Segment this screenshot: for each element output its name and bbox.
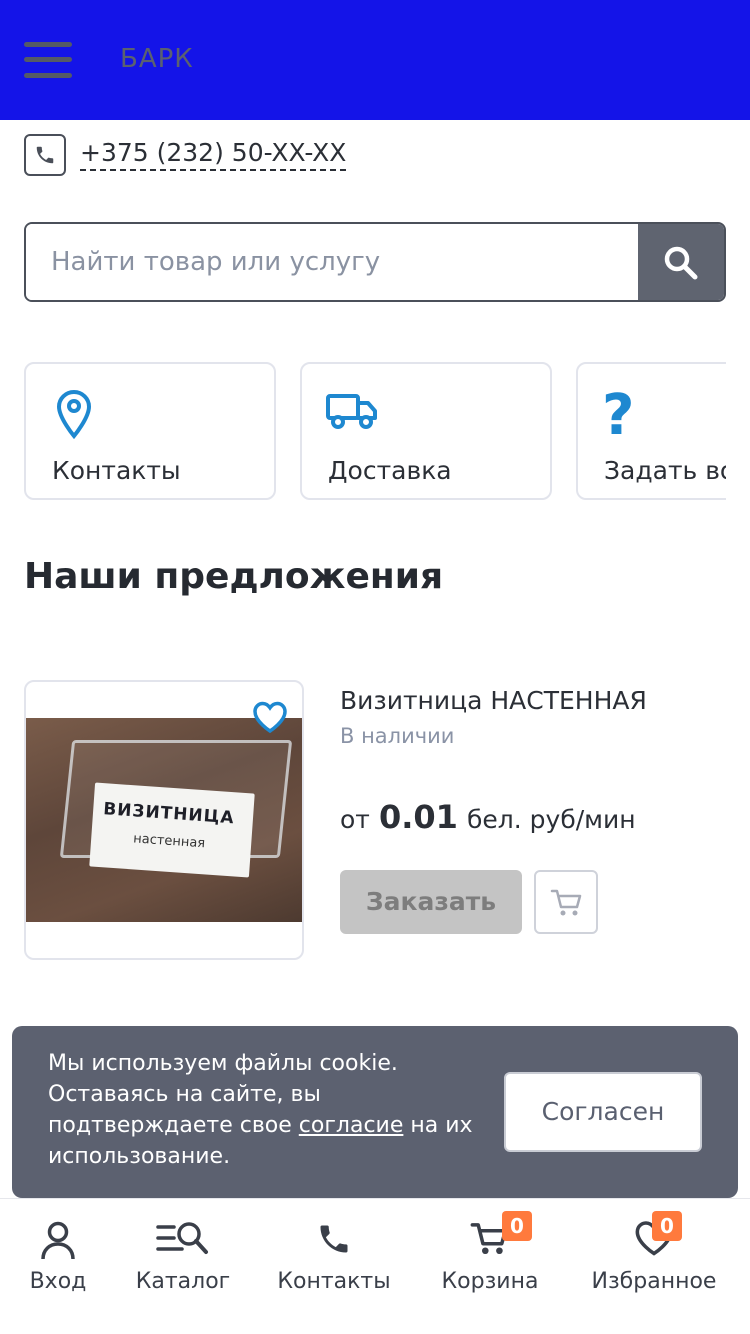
order-button[interactable]: Заказать [340,870,522,934]
cookie-text: Мы используем файлы cookie. Оставаясь на… [48,1048,488,1172]
consent-link[interactable]: согласие [299,1113,404,1138]
price-prefix: от [340,805,370,834]
image-text-sub: настенная [132,831,206,852]
bottom-nav: Вход Каталог Контакты 0 Корзина 0 Избран… [0,1198,750,1334]
cart-count-badge: 0 [502,1211,532,1241]
nav-label: Корзина [441,1269,539,1294]
nav-login[interactable]: Вход [8,1199,108,1334]
stock-status: В наличии [340,724,455,748]
hamburger-menu-icon[interactable] [24,42,72,78]
cookie-accept-button[interactable]: Согласен [504,1072,702,1152]
search-button[interactable] [638,224,724,300]
add-to-cart-button[interactable] [534,870,598,934]
business-card: ВИЗИТНИЦА настенная [89,782,255,878]
search-icon [664,246,698,280]
top-header: БАРК [0,0,750,120]
phone-number-link[interactable]: +375 (232) 50-XX-XX [80,138,347,171]
site-brand[interactable]: БАРК [120,44,194,74]
phone-icon [24,134,66,176]
product-image[interactable]: ВИЗИТНИЦА настенная [24,680,304,960]
image-text-main: ВИЗИТНИЦА [102,799,236,829]
truck-icon [326,388,378,436]
heart-icon[interactable] [252,700,288,738]
section-title: Наши предложения [24,556,444,597]
user-icon [38,1219,78,1265]
price-value: 0.01 [378,798,458,836]
nav-label: Избранное [591,1269,717,1294]
tile-label: Контакты [52,456,181,485]
price-unit: бел. руб/мин [467,805,636,834]
tile-ask-question[interactable]: ? Задать вопрос [576,362,726,500]
tile-label: Доставка [328,456,452,485]
cart-icon [550,889,582,916]
catalog-search-icon [156,1219,210,1263]
question-icon: ? [602,383,635,448]
product-photo: ВИЗИТНИЦА настенная [26,718,302,922]
map-pin-icon [50,388,98,444]
nav-label: Вход [29,1269,87,1294]
favorites-count-badge: 0 [652,1211,682,1241]
search-input[interactable] [26,224,642,300]
nav-cart[interactable]: 0 Корзина [430,1199,550,1334]
nav-favorites[interactable]: 0 Избранное [582,1199,726,1334]
nav-contacts[interactable]: Контакты [268,1199,400,1334]
cookie-banner: Мы используем файлы cookie. Оставаясь на… [12,1026,738,1198]
tile-contacts[interactable]: Контакты [24,362,276,500]
product-price: от 0.01 бел. руб/мин [340,798,636,836]
product-name[interactable]: Визитница НАСТЕННАЯ [340,686,647,715]
phone-icon [316,1219,352,1263]
nav-label: Контакты [277,1269,391,1294]
tile-label: Задать вопрос [604,456,726,485]
nav-label: Каталог [135,1269,231,1294]
nav-catalog[interactable]: Каталог [126,1199,240,1334]
quick-links: Контакты Доставка ? Задать вопрос [24,362,726,500]
tile-delivery[interactable]: Доставка [300,362,552,500]
search-bar [24,222,726,302]
